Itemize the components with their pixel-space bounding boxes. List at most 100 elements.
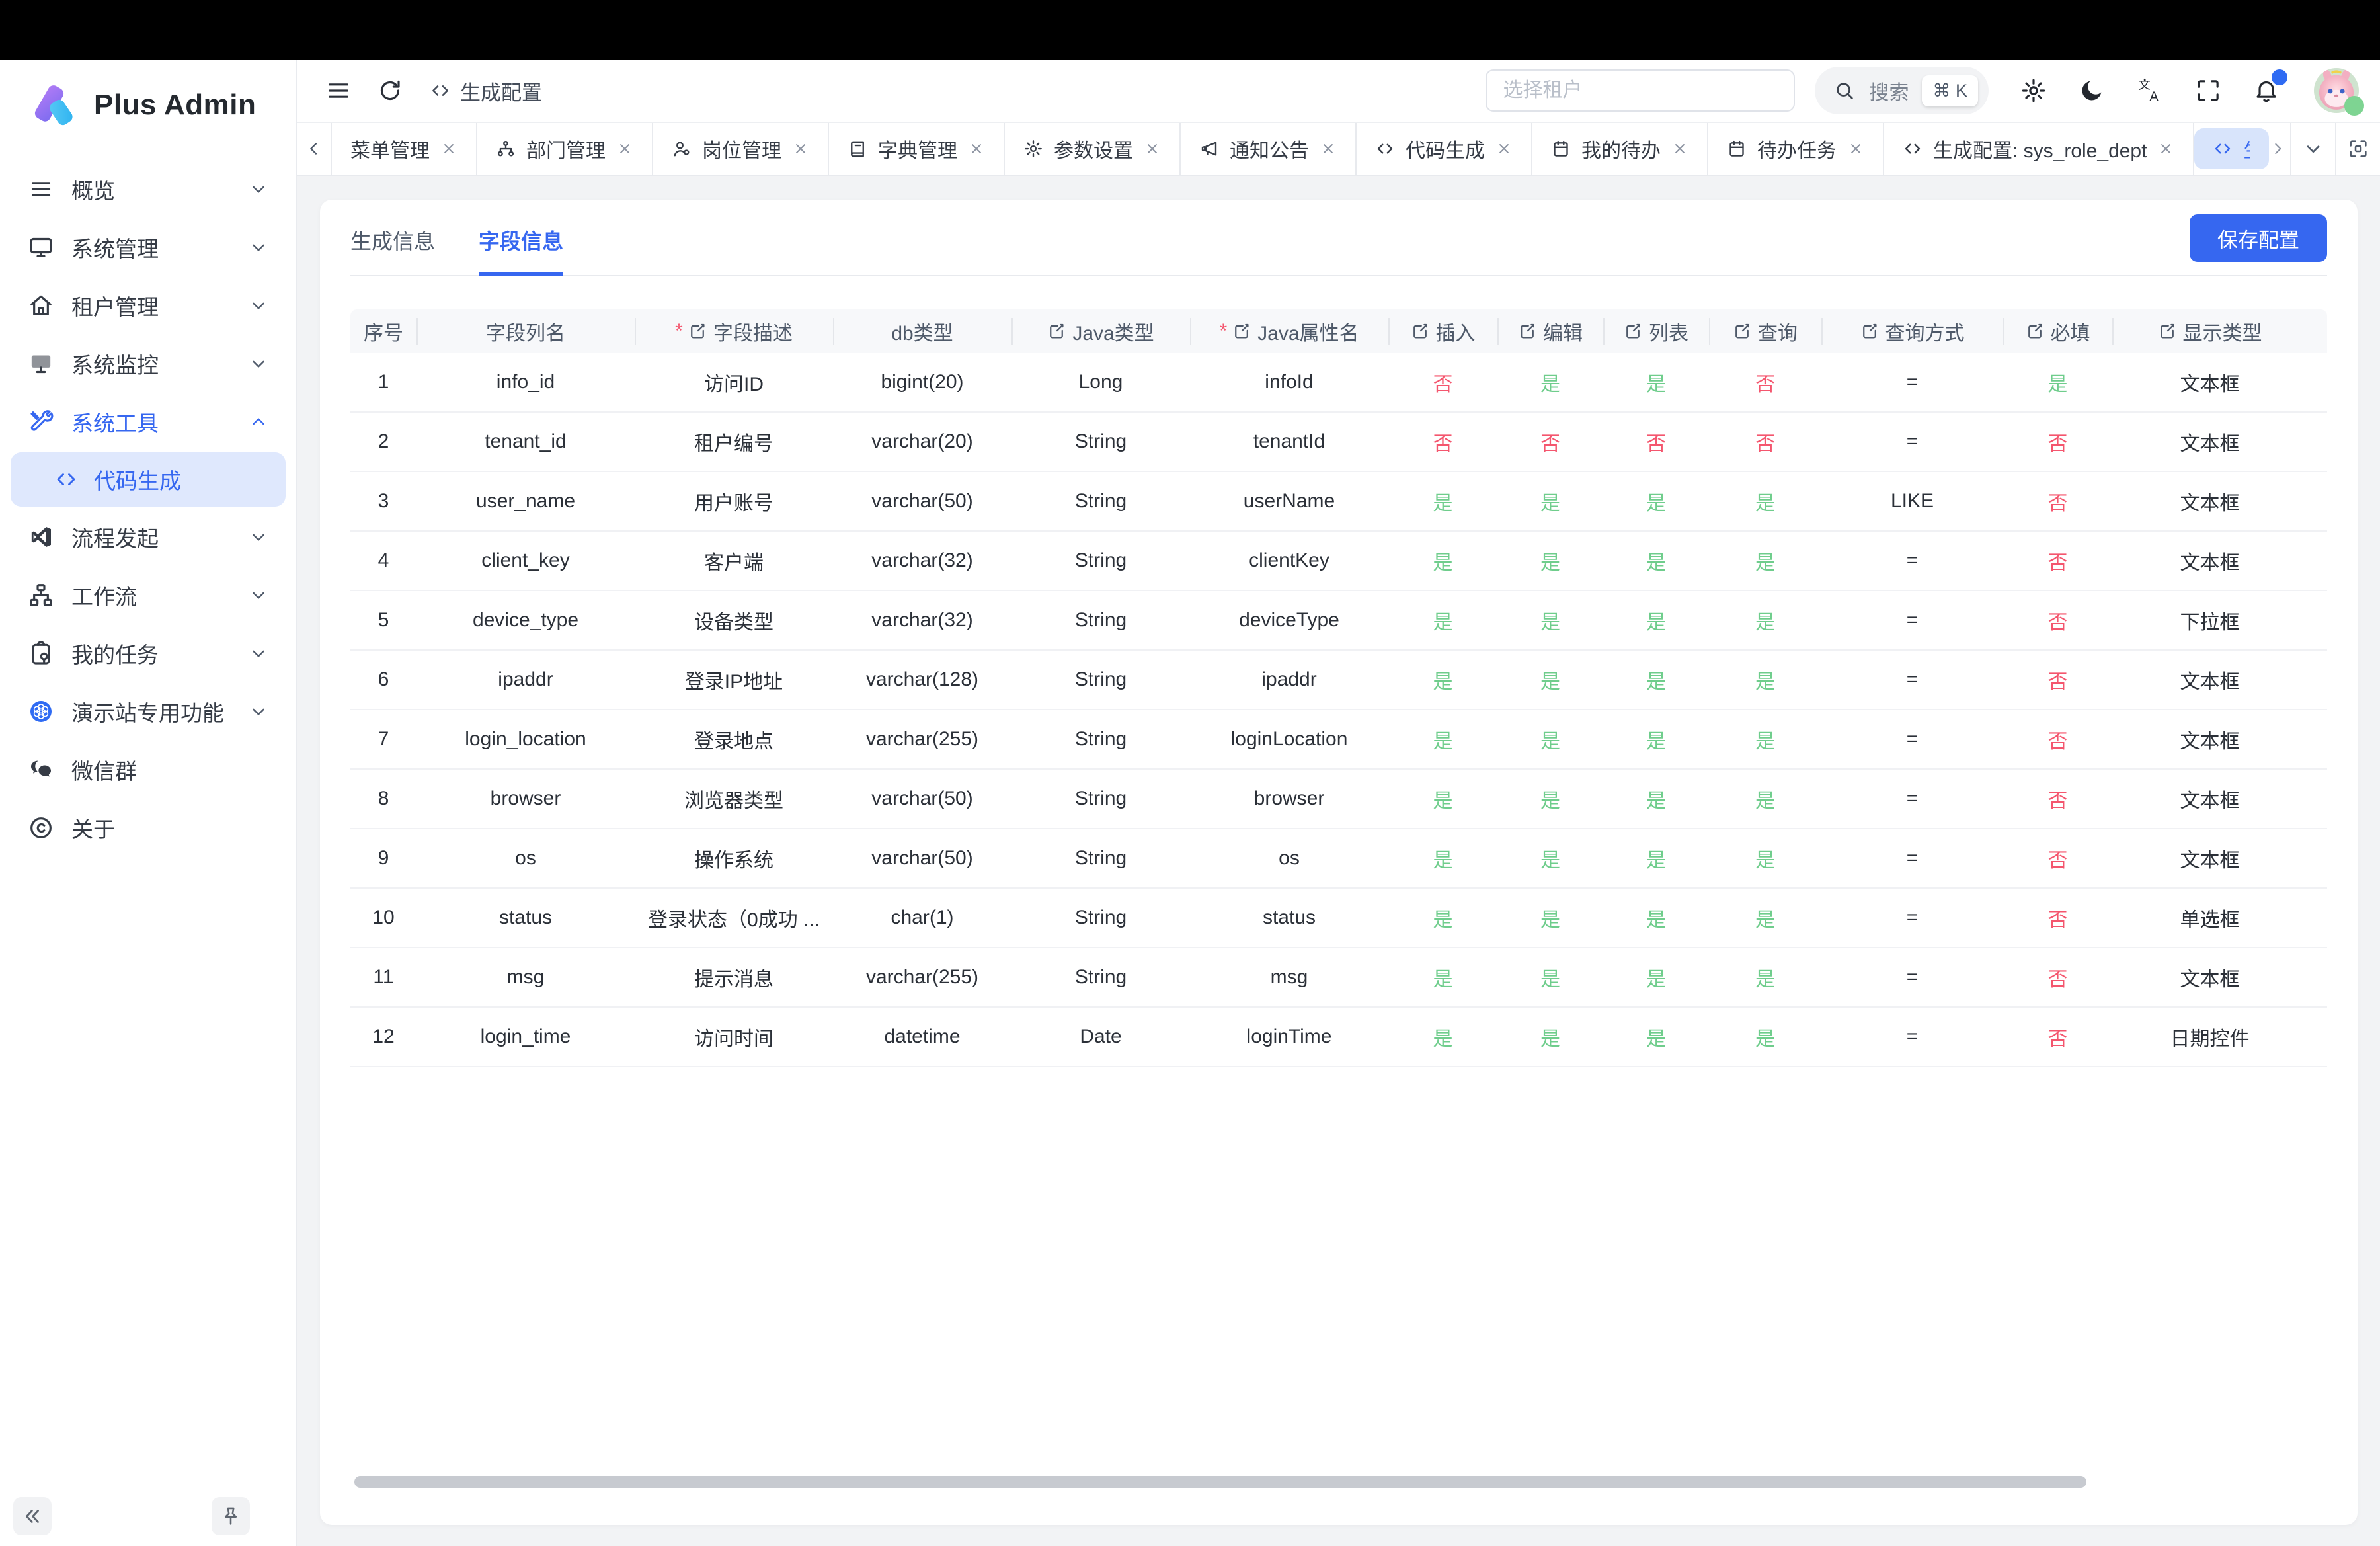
cell-query[interactable]: 是 bbox=[1709, 546, 1821, 575]
page-tab-8[interactable]: 我的待办 bbox=[1532, 123, 1708, 175]
cell-java[interactable]: String bbox=[1012, 609, 1190, 631]
sidebar-item-1[interactable]: 概览 bbox=[11, 160, 286, 218]
cell-mode[interactable]: = bbox=[1821, 669, 2003, 691]
sidebar-subitem-code-generation[interactable]: 代码生成 bbox=[11, 452, 286, 507]
config-tab-1[interactable]: 生成信息 bbox=[350, 225, 435, 275]
sidebar-item-9[interactable]: 演示站专用功能 bbox=[11, 682, 286, 741]
cell-mode[interactable]: = bbox=[1821, 966, 2003, 989]
cell-field[interactable]: infoId bbox=[1190, 371, 1388, 393]
cell-java[interactable]: String bbox=[1012, 490, 1190, 512]
sidebar-pin-button[interactable] bbox=[212, 1497, 250, 1535]
cell-java[interactable]: String bbox=[1012, 966, 1190, 989]
cell-insert[interactable]: 是 bbox=[1388, 487, 1497, 516]
cell-java[interactable]: String bbox=[1012, 669, 1190, 691]
cell-required[interactable]: 否 bbox=[2003, 963, 2112, 992]
cell-query[interactable]: 是 bbox=[1709, 725, 1821, 754]
cell-field[interactable]: loginLocation bbox=[1190, 728, 1388, 751]
cell-required[interactable]: 否 bbox=[2003, 487, 2112, 516]
sidebar-toggle-button[interactable] bbox=[321, 73, 356, 108]
cell-desc[interactable]: 操作系统 bbox=[635, 844, 833, 873]
cell-java[interactable]: Long bbox=[1012, 371, 1190, 393]
config-tab-2[interactable]: 字段信息 bbox=[479, 225, 563, 275]
page-tab-1[interactable]: 菜单管理 bbox=[332, 123, 477, 175]
sidebar-item-11[interactable]: 关于 bbox=[11, 799, 286, 857]
cell-query[interactable]: 是 bbox=[1709, 844, 1821, 873]
cell-insert[interactable]: 是 bbox=[1388, 546, 1497, 575]
language-button[interactable]: 文A bbox=[2135, 76, 2164, 105]
cell-display[interactable]: 下拉框 bbox=[2112, 606, 2307, 635]
horizontal-scrollbar-thumb[interactable] bbox=[354, 1476, 2086, 1488]
cell-edit[interactable]: 是 bbox=[1497, 546, 1603, 575]
tenant-select-input[interactable] bbox=[1486, 69, 1795, 112]
page-tab-10[interactable]: 生成配置: sys_role_dept bbox=[1884, 123, 2194, 175]
cell-list[interactable]: 是 bbox=[1603, 1022, 1709, 1051]
cell-insert[interactable]: 否 bbox=[1388, 368, 1497, 397]
page-tab-9[interactable]: 待办任务 bbox=[1708, 123, 1884, 175]
cell-required[interactable]: 否 bbox=[2003, 1022, 2112, 1051]
cell-desc[interactable]: 租户编号 bbox=[635, 427, 833, 456]
notifications-button[interactable] bbox=[2252, 76, 2281, 105]
cell-display[interactable]: 单选框 bbox=[2112, 903, 2307, 932]
tab-close-button[interactable] bbox=[968, 140, 985, 157]
cell-field[interactable]: os bbox=[1190, 847, 1388, 870]
cell-mode[interactable]: LIKE bbox=[1821, 490, 2003, 512]
cell-edit[interactable]: 是 bbox=[1497, 487, 1603, 516]
cell-required[interactable]: 否 bbox=[2003, 665, 2112, 694]
sidebar-item-4[interactable]: 系统监控 bbox=[11, 335, 286, 393]
tab-close-button[interactable] bbox=[1671, 140, 1688, 157]
cell-desc[interactable]: 访问时间 bbox=[635, 1022, 833, 1051]
cell-list[interactable]: 否 bbox=[1603, 427, 1709, 456]
cell-insert[interactable]: 是 bbox=[1388, 1022, 1497, 1051]
cell-mode[interactable]: = bbox=[1821, 371, 2003, 393]
cell-list[interactable]: 是 bbox=[1603, 546, 1709, 575]
cell-mode[interactable]: = bbox=[1821, 549, 2003, 572]
cell-list[interactable]: 是 bbox=[1603, 784, 1709, 813]
user-avatar[interactable] bbox=[2314, 68, 2359, 113]
cell-list[interactable]: 是 bbox=[1603, 487, 1709, 516]
cell-insert[interactable]: 是 bbox=[1388, 725, 1497, 754]
cell-field[interactable]: userName bbox=[1190, 490, 1388, 512]
page-tab-11[interactable]: 生成配置: sys_lo bbox=[2194, 128, 2269, 169]
cell-edit[interactable]: 是 bbox=[1497, 606, 1603, 635]
tab-close-button[interactable] bbox=[1847, 140, 1864, 157]
cell-java[interactable]: String bbox=[1012, 430, 1190, 453]
cell-query[interactable]: 是 bbox=[1709, 606, 1821, 635]
cell-mode[interactable]: = bbox=[1821, 1026, 2003, 1048]
sidebar-item-7[interactable]: 工作流 bbox=[11, 566, 286, 624]
cell-insert[interactable]: 是 bbox=[1388, 903, 1497, 932]
cell-display[interactable]: 文本框 bbox=[2112, 725, 2307, 754]
tabs-dropdown-button[interactable] bbox=[2290, 123, 2335, 175]
cell-field[interactable]: tenantId bbox=[1190, 430, 1388, 453]
cell-desc[interactable]: 提示消息 bbox=[635, 963, 833, 992]
cell-required[interactable]: 否 bbox=[2003, 606, 2112, 635]
cell-display[interactable]: 文本框 bbox=[2112, 963, 2307, 992]
cell-insert[interactable]: 否 bbox=[1388, 427, 1497, 456]
sidebar-item-2[interactable]: 系统管理 bbox=[11, 218, 286, 276]
fullscreen-button[interactable] bbox=[2194, 76, 2223, 105]
cell-list[interactable]: 是 bbox=[1603, 368, 1709, 397]
tab-close-button[interactable] bbox=[1144, 140, 1161, 157]
cell-desc[interactable]: 登录状态（0成功 ... bbox=[635, 903, 833, 932]
cell-edit[interactable]: 是 bbox=[1497, 368, 1603, 397]
cell-mode[interactable]: = bbox=[1821, 847, 2003, 870]
cell-query[interactable]: 是 bbox=[1709, 903, 1821, 932]
sidebar-item-6[interactable]: 流程发起 bbox=[11, 508, 286, 566]
sidebar-item-8[interactable]: 我的任务 bbox=[11, 624, 286, 682]
tab-close-button[interactable] bbox=[2157, 140, 2174, 157]
cell-display[interactable]: 文本框 bbox=[2112, 546, 2307, 575]
cell-edit[interactable]: 是 bbox=[1497, 844, 1603, 873]
cell-mode[interactable]: = bbox=[1821, 430, 2003, 453]
cell-query[interactable]: 是 bbox=[1709, 1022, 1821, 1051]
cell-java[interactable]: String bbox=[1012, 847, 1190, 870]
cell-display[interactable]: 文本框 bbox=[2112, 665, 2307, 694]
cell-edit[interactable]: 是 bbox=[1497, 784, 1603, 813]
tab-close-button[interactable] bbox=[792, 140, 809, 157]
cell-edit[interactable]: 是 bbox=[1497, 665, 1603, 694]
page-tab-7[interactable]: 代码生成 bbox=[1357, 123, 1532, 175]
cell-insert[interactable]: 是 bbox=[1388, 606, 1497, 635]
page-tab-3[interactable]: 岗位管理 bbox=[653, 123, 829, 175]
cell-query[interactable]: 是 bbox=[1709, 665, 1821, 694]
cell-field[interactable]: loginTime bbox=[1190, 1026, 1388, 1048]
tab-close-button[interactable] bbox=[440, 140, 457, 157]
cell-java[interactable]: String bbox=[1012, 728, 1190, 751]
